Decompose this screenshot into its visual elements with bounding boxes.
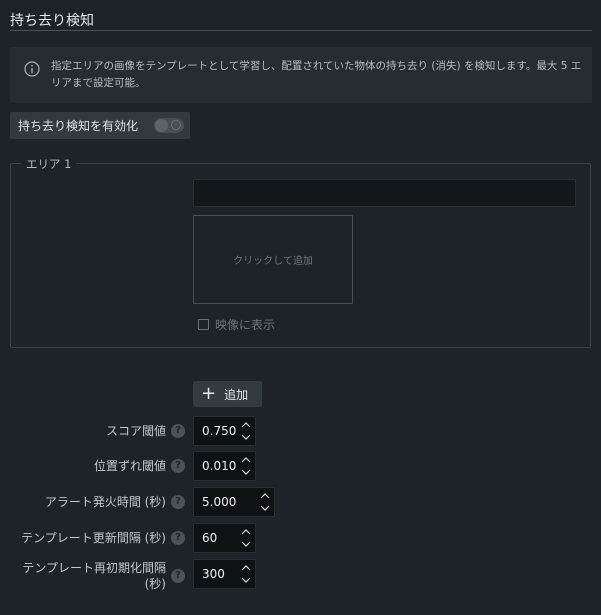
help-icon[interactable]: ? <box>171 495 185 509</box>
show-video-label: 映像に表示 <box>215 318 276 332</box>
area-name-input[interactable] <box>193 179 576 207</box>
plus-icon: + <box>201 383 217 404</box>
number-value: 60 <box>202 531 218 545</box>
toggle-off-icon <box>171 120 181 130</box>
number-value: 0.010 <box>202 459 237 473</box>
toggle-knob <box>155 119 168 132</box>
setting-label: テンプレート更新間隔 (秒) <box>21 531 166 545</box>
number-input[interactable]: 300 <box>193 559 256 589</box>
setting-row-position-threshold: 位置ずれ閾値 ? 0.010 <box>0 451 601 481</box>
number-value: 300 <box>202 567 225 581</box>
info-circle-icon <box>24 61 40 77</box>
help-icon[interactable]: ? <box>171 459 185 473</box>
number-value: 5.000 <box>202 495 237 509</box>
title-divider <box>10 30 592 31</box>
add-button-label: 追加 <box>224 387 249 402</box>
setting-row-template-reinit: テンプレート再初期化間隔 (秒) ? 300 <box>0 559 601 591</box>
setting-label: アラート発火時間 (秒) <box>44 495 166 509</box>
toggle-switch[interactable] <box>154 118 184 133</box>
info-text: 指定エリアの画像をテンプレートとして学習し、配置されていた物体の持ち去り (消失… <box>51 60 582 89</box>
number-input[interactable]: 0.750 <box>193 416 256 446</box>
spinner-arrows-icon[interactable] <box>260 490 270 514</box>
add-area-button[interactable]: + 追加 <box>193 381 262 407</box>
help-icon[interactable]: ? <box>171 531 185 545</box>
spinner-arrows-icon[interactable] <box>241 454 251 478</box>
checkbox-icon[interactable] <box>198 319 209 330</box>
setting-label: 位置ずれ閾値 <box>93 459 166 473</box>
number-value: 0.750 <box>202 424 237 438</box>
setting-row-score-threshold: スコア閾値 ? 0.750 <box>0 416 601 446</box>
help-icon[interactable]: ? <box>171 424 185 438</box>
info-panel: 指定エリアの画像をテンプレートとして学習し、配置されていた物体の持ち去り (消失… <box>10 47 592 103</box>
spinner-arrows-icon[interactable] <box>241 526 251 550</box>
spinner-arrows-icon[interactable] <box>241 562 251 586</box>
click-to-add-label: クリックして追加 <box>233 256 313 267</box>
setting-label: テンプレート再初期化間隔 (秒) <box>22 561 166 591</box>
setting-row-alert-time: アラート発火時間 (秒) ? 5.000 <box>0 487 601 517</box>
enable-label: 持ち去り検知を有効化 <box>18 119 139 133</box>
enable-toggle-button[interactable]: 持ち去り検知を有効化 <box>10 112 190 139</box>
area-legend: エリア 1 <box>21 156 77 172</box>
page-title: 持ち去り検知 <box>10 13 94 29</box>
click-to-add-area[interactable]: クリックして追加 <box>193 215 353 304</box>
help-icon[interactable]: ? <box>171 569 185 583</box>
setting-label: スコア閾値 <box>105 424 166 438</box>
setting-row-template-update: テンプレート更新間隔 (秒) ? 60 <box>0 523 601 553</box>
number-input[interactable]: 5.000 <box>193 487 275 517</box>
show-video-checkbox[interactable]: 映像に表示 <box>198 316 275 333</box>
spinner-arrows-icon[interactable] <box>241 419 251 443</box>
number-input[interactable]: 0.010 <box>193 451 256 481</box>
number-input[interactable]: 60 <box>193 523 256 553</box>
area-fieldset: エリア 1 クリックして追加 映像に表示 <box>10 156 591 348</box>
